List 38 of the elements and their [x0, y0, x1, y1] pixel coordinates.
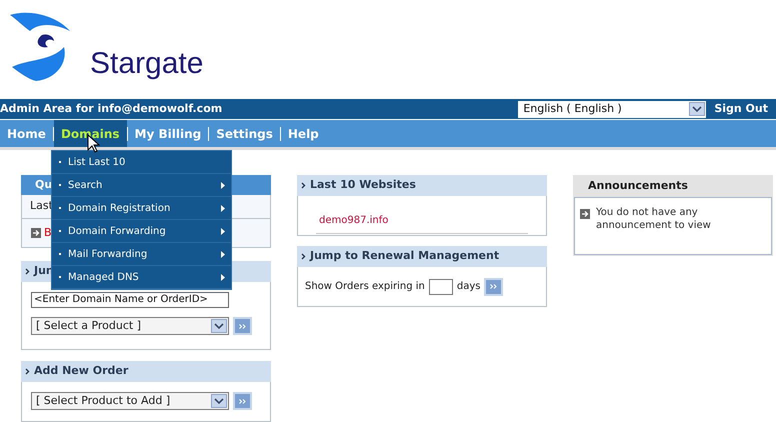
double-chevron-icon [239, 398, 246, 404]
double-chevron-icon [490, 284, 498, 289]
chevron-icon [25, 368, 30, 375]
arrow-icon [580, 209, 590, 219]
go-button[interactable] [233, 392, 252, 410]
row-text: Last [30, 198, 53, 214]
product-select[interactable]: [ Select a Product ] [31, 317, 229, 335]
menu-item[interactable]: Domain Registration [52, 197, 231, 220]
website-link[interactable]: demo987.info [319, 215, 388, 226]
panel-title: Jump to Renewal Management [310, 248, 500, 264]
arrow-icon [31, 228, 41, 238]
menu-item[interactable]: Domain Forwarding [52, 220, 231, 243]
menu-item[interactable]: Managed DNS [52, 266, 231, 289]
menu-item[interactable]: Search [52, 174, 231, 197]
admin-text: Admin Area for info@demowolf.com [0, 100, 222, 117]
logo-text: Stargate [90, 49, 204, 81]
go-button[interactable] [233, 317, 252, 335]
menu-item[interactable]: Mail Forwarding [52, 243, 231, 266]
panel-title: Qu [35, 176, 52, 193]
chevron-icon [25, 268, 30, 275]
days-field[interactable] [428, 278, 453, 294]
go-button[interactable] [484, 278, 504, 296]
sign-out-link[interactable]: Sign Out [706, 100, 776, 118]
days-label: days [456, 280, 480, 294]
nav-tab[interactable]: Domains [54, 120, 127, 147]
double-chevron-icon [239, 324, 246, 328]
link-text[interactable]: B [44, 224, 52, 242]
panel-title: Announcements [588, 178, 688, 194]
announcement-text: You do not have any announcement to view [596, 206, 712, 232]
menu-item[interactable]: List Last 10 [52, 151, 231, 174]
renewal-label: Show Orders expiring in [305, 280, 425, 294]
language-select[interactable]: English ( English ) [518, 100, 706, 118]
panel-title: Last 10 Websites [310, 177, 416, 194]
chevron-icon [301, 182, 306, 189]
product-select[interactable]: [ Select Product to Add ] [31, 392, 229, 410]
chevron-icon [301, 253, 306, 260]
domain-search-field[interactable]: <Enter Domain Name or OrderID> [31, 292, 229, 308]
panel-title: Add New Order [34, 363, 128, 380]
